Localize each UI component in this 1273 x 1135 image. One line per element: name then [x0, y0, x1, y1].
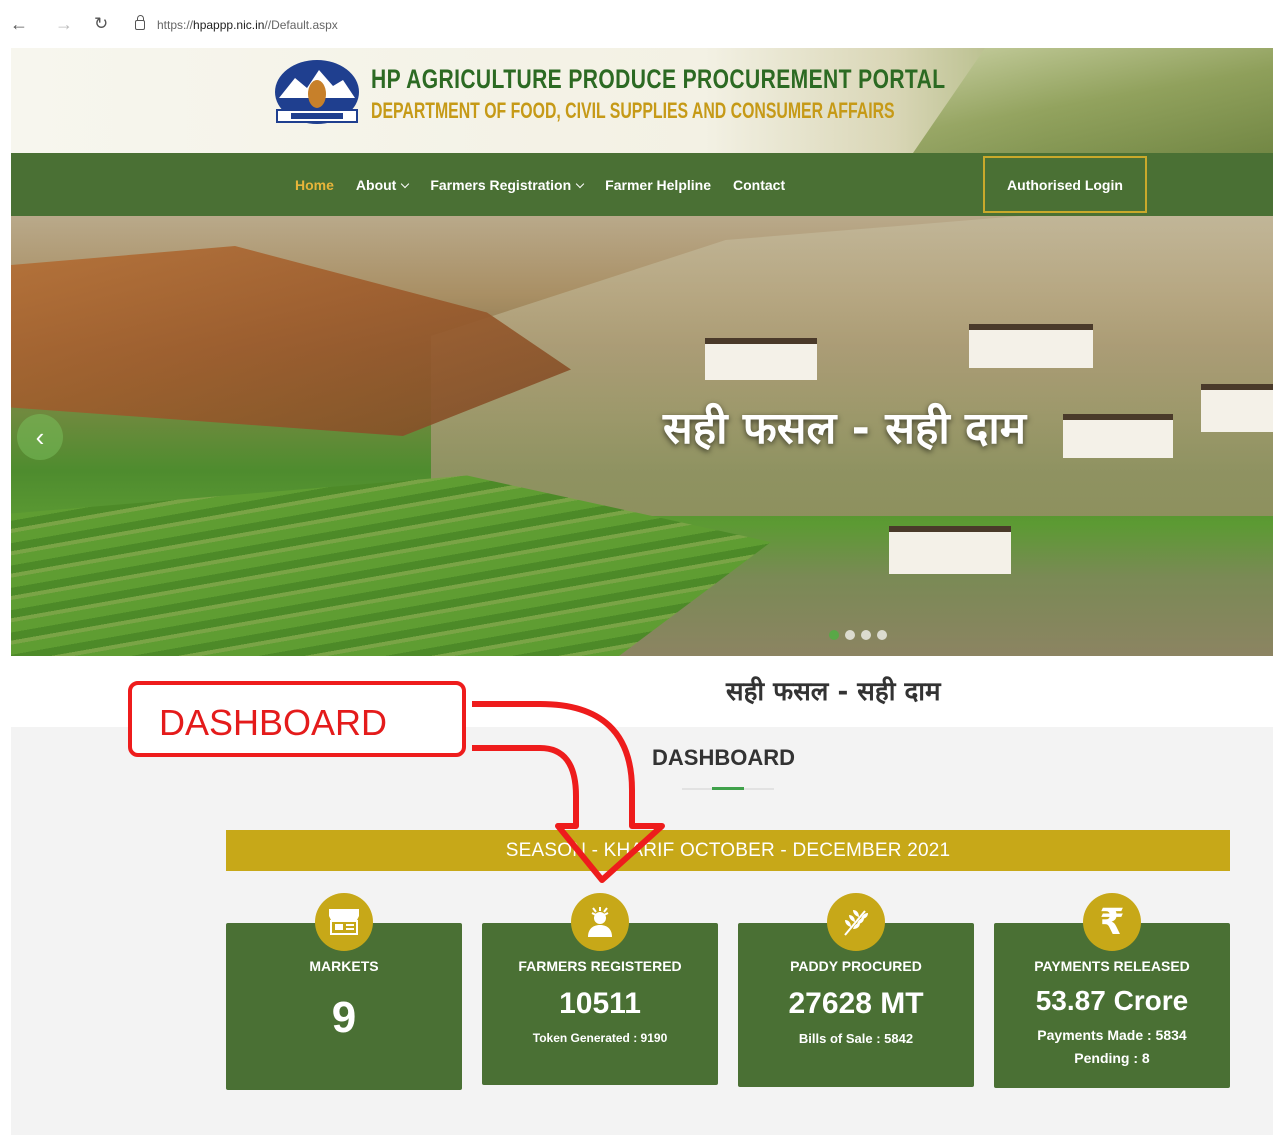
- card-value: 27628 MT: [788, 987, 924, 1020]
- site-header: HP AGRICULTURE PRODUCE PROCUREMENT PORTA…: [11, 48, 1273, 153]
- annotation-label: DASHBOARD: [159, 702, 388, 743]
- department-subtitle: DEPARTMENT OF FOOD, CIVIL SUPPLIES AND C…: [371, 98, 895, 123]
- url-prefix: https://: [157, 18, 194, 32]
- lock-icon: [135, 15, 145, 30]
- carousel-dot[interactable]: [829, 630, 839, 640]
- stat-card-markets: MARKETS 9: [226, 893, 462, 1090]
- tagline: सही फसल - सही दाम: [726, 677, 941, 707]
- nav-item-home[interactable]: Home: [295, 177, 334, 193]
- nav-item-farmers-registration[interactable]: Farmers Registration: [430, 177, 585, 193]
- hero-carousel: सही फसल - सही दाम ‹: [11, 216, 1273, 656]
- rupee-icon: ₹: [1083, 893, 1141, 951]
- stat-card-paddy-procured: PADDY PROCURED 27628 MT Bills of Sale : …: [738, 893, 974, 1087]
- nav-item-contact[interactable]: Contact: [733, 177, 785, 193]
- card-value: 53.87 Crore: [1035, 985, 1189, 1016]
- carousel-indicators: [829, 630, 887, 640]
- authorised-login-button[interactable]: Authorised Login: [983, 156, 1147, 213]
- hero-village-house: [1201, 384, 1273, 432]
- hp-government-emblem-icon: [275, 60, 359, 124]
- carousel-dot[interactable]: [845, 630, 855, 640]
- card-label: MARKETS: [309, 958, 379, 974]
- card-subtext-pending: Pending : 8: [1074, 1050, 1150, 1066]
- nav-item-about-label: About: [355, 177, 397, 193]
- dashboard-heading: DASHBOARD: [652, 745, 795, 770]
- nav-item-about[interactable]: About: [355, 177, 410, 193]
- back-arrow-icon[interactable]: ←: [10, 12, 28, 36]
- chevron-down-icon: [401, 179, 410, 189]
- nav-menu: Home About Farmers Registration Farmer H…: [295, 177, 807, 193]
- browser-toolbar: ← → ↻ https://hpappp.nic.in//Default.asp…: [0, 0, 1273, 48]
- stat-card-payments-released: ₹ PAYMENTS RELEASED 53.87 Crore Payments…: [994, 893, 1230, 1088]
- carousel-dot[interactable]: [861, 630, 871, 640]
- market-icon: [315, 893, 373, 951]
- card-value: 9: [331, 993, 357, 1042]
- main-navbar: Home About Farmers Registration Farmer H…: [11, 153, 1273, 216]
- nav-item-farmers-registration-label: Farmers Registration: [430, 177, 572, 193]
- card-label: PAYMENTS RELEASED: [1034, 958, 1190, 974]
- season-banner: SEASON - KHARIF OCTOBER - DECEMBER 2021: [226, 830, 1230, 871]
- stat-card-farmers-registered: FARMERS REGISTERED 10511 Token Generated…: [482, 893, 718, 1085]
- card-label: FARMERS REGISTERED: [518, 958, 682, 974]
- carousel-prev-icon[interactable]: ‹: [17, 414, 63, 460]
- card-label: PADDY PROCURED: [790, 958, 922, 974]
- chevron-down-icon: [575, 179, 585, 189]
- hero-village-house: [1063, 414, 1173, 458]
- farmer-icon: [571, 893, 629, 951]
- url-host: hpappp.nic.in: [193, 18, 265, 32]
- carousel-dot[interactable]: [877, 630, 887, 640]
- forward-arrow-icon[interactable]: →: [55, 12, 73, 36]
- hero-village-house: [705, 338, 817, 380]
- portal-title: HP AGRICULTURE PRODUCE PROCUREMENT PORTA…: [371, 64, 946, 94]
- hero-village-house: [969, 324, 1093, 368]
- card-subtext: Payments Made : 5834: [1037, 1027, 1187, 1043]
- header-landscape-image: [913, 48, 1273, 153]
- nav-item-farmer-helpline[interactable]: Farmer Helpline: [605, 177, 711, 193]
- heading-divider: [682, 787, 774, 790]
- wheat-icon: [827, 893, 885, 951]
- reload-icon[interactable]: ↻: [94, 12, 108, 36]
- address-bar[interactable]: https://hpappp.nic.in//Default.aspx: [135, 14, 338, 36]
- card-subtext: Token Generated : 9190: [532, 1031, 668, 1045]
- hero-village-house: [889, 526, 1011, 574]
- url-path: //Default.aspx: [264, 18, 338, 32]
- hero-caption: सही फसल - सही दाम: [663, 403, 1027, 454]
- card-subtext: Bills of Sale : 5842: [798, 1031, 914, 1046]
- card-value: 10511: [559, 987, 641, 1020]
